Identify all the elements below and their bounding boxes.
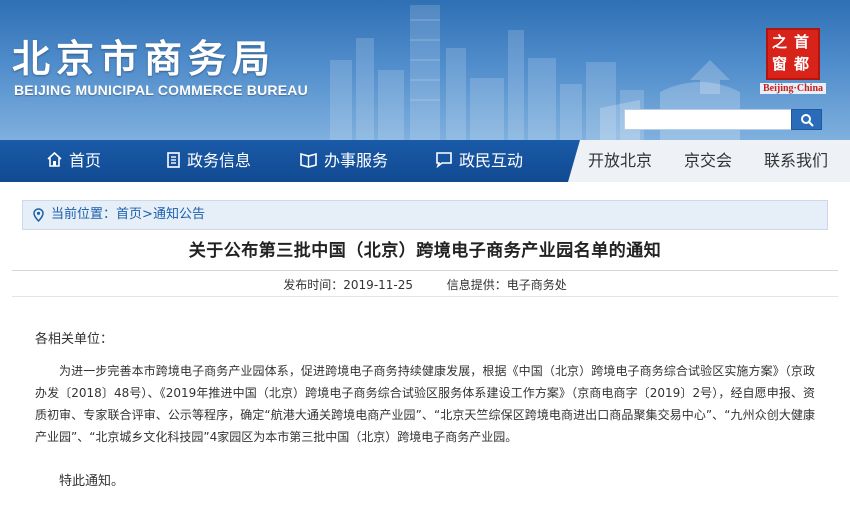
location-pin-icon [33,208,44,222]
logo-char: 都 [794,55,810,73]
nav-label: 首页 [69,151,102,170]
article-meta: 发布时间：2019-11-25 信息提供：电子商务处 [0,276,850,293]
source-label: 信息提供： [446,278,507,292]
nav-label: 办事服务 [324,151,389,170]
nav-item-interaction[interactable]: 政民互动 [435,140,523,182]
search-input[interactable] [625,110,791,129]
breadcrumb: 当前位置：首页>通知公告 [22,200,828,230]
nav-label: 政务信息 [187,151,252,170]
source-value: 电子商务处 [506,278,567,292]
nav-item-government-info[interactable]: 政务信息 [166,140,251,182]
breadcrumb-separator: > [142,207,153,222]
article-body: 为进一步完善本市跨境电子商务产业园体系，促进跨境电子商务持续健康发展，根据《中国… [35,364,815,444]
publish-label: 发布时间： [283,278,344,292]
search-icon [801,114,814,127]
site-subtitle: BEIJING MUNICIPAL COMMERCE BUREAU [14,82,308,98]
logo-char: 之 [772,33,788,51]
logo-caption: Beijing·China [760,83,826,94]
article-closing: 特此通知。 [59,474,125,489]
breadcrumb-prefix: 当前位置： [51,207,117,222]
meta-divider [12,296,838,297]
document-icon [167,152,180,168]
breadcrumb-text: 当前位置：首页>通知公告 [51,201,205,229]
breadcrumb-current-link[interactable]: 通知公告 [153,207,205,222]
logo-seal: 之 首 窗 都 [766,28,820,80]
header-banner: 北京市商务局 BEIJING MUNICIPAL COMMERCE BUREAU… [0,0,850,140]
book-icon [300,152,317,168]
nav-label: 政民互动 [459,151,524,170]
nav-item-open-beijing[interactable]: 开放北京 [588,140,652,182]
search-button[interactable] [791,109,822,130]
breadcrumb-home-link[interactable]: 首页 [116,207,142,222]
secondary-nav: 开放北京 京交会 联系我们 [568,140,850,182]
logo-char: 窗 [772,55,788,73]
article-title: 关于公布第三批中国（北京）跨境电子商务产业园名单的通知 [188,241,662,261]
nav-item-ciftis[interactable]: 京交会 [684,140,732,182]
nav-item-services[interactable]: 办事服务 [299,140,388,182]
home-icon [47,151,62,167]
site-title: 北京市商务局 [12,36,277,81]
search-box [624,109,822,130]
chat-icon [436,152,452,168]
capital-window-logo[interactable]: 之 首 窗 都 Beijing·China [760,28,826,98]
article-salutation: 各相关单位： [35,332,114,347]
publish-date: 2019-11-25 [343,278,414,292]
nav-item-contact-us[interactable]: 联系我们 [764,140,828,182]
logo-char: 首 [794,33,810,51]
title-divider [12,270,838,271]
nav-item-home[interactable]: 首页 [46,140,101,182]
